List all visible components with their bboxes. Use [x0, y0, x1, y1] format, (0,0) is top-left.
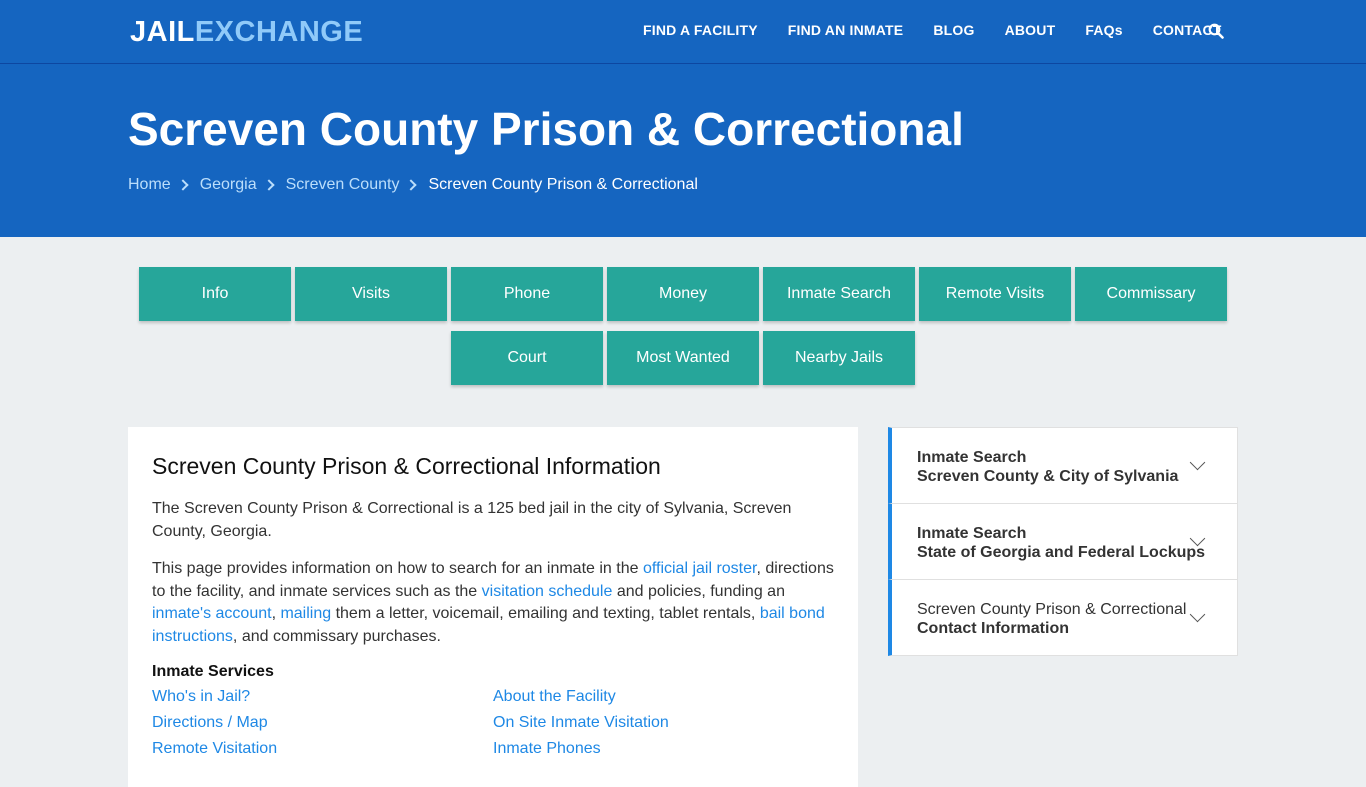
tab-visits[interactable]: Visits: [295, 267, 447, 321]
breadcrumb-state[interactable]: Georgia: [200, 176, 257, 194]
chevron-right-icon: [262, 179, 275, 191]
breadcrumb-county[interactable]: Screven County: [286, 176, 400, 194]
nav-find-inmate[interactable]: FIND AN INMATE: [788, 22, 904, 38]
service-link-inmate-phones[interactable]: Inmate Phones: [493, 739, 834, 758]
main-nav: FIND A FACILITY FIND AN INMATE BLOG ABOU…: [643, 22, 1252, 38]
tab-info[interactable]: Info: [139, 267, 291, 321]
tab-money[interactable]: Money: [607, 267, 759, 321]
visitation-schedule-link[interactable]: visitation schedule: [482, 583, 613, 600]
breadcrumb-home[interactable]: Home: [128, 176, 171, 194]
chevron-right-icon: [177, 179, 189, 191]
service-link-remote-visitation[interactable]: Remote Visitation: [152, 739, 493, 758]
tab-nearby-jails[interactable]: Nearby Jails: [763, 331, 915, 385]
nav-faqs[interactable]: FAQs: [1085, 22, 1122, 38]
services-heading: Inmate Services: [152, 663, 274, 680]
chevron-right-icon: [405, 179, 418, 191]
inmate-account-link[interactable]: inmate's account: [152, 605, 272, 622]
sidebar-accordion: Inmate Search Screven County & City of S…: [888, 427, 1238, 656]
section-heading: Screven County Prison & Correctional Inf…: [152, 453, 661, 479]
service-link-about-facility[interactable]: About the Facility: [493, 687, 834, 706]
accordion-item-state-search[interactable]: Inmate Search State of Georgia and Feder…: [888, 503, 1238, 580]
inmate-services: Inmate Services Who's in Jail? About the…: [152, 663, 834, 758]
nav-about[interactable]: ABOUT: [1005, 22, 1056, 38]
hero-banner: Screven County Prison & Correctional Hom…: [0, 64, 1366, 237]
service-link-directions[interactable]: Directions / Map: [152, 713, 493, 732]
search-icon[interactable]: [1208, 23, 1224, 39]
breadcrumb-current: Screven County Prison & Correctional: [428, 176, 698, 193]
tab-court[interactable]: Court: [451, 331, 603, 385]
page-title: Screven County Prison & Correctional: [128, 103, 964, 155]
mailing-link[interactable]: mailing: [280, 605, 331, 622]
tab-remote-visits[interactable]: Remote Visits: [919, 267, 1071, 321]
top-navbar: JAILEXCHANGE FIND A FACILITY FIND AN INM…: [0, 0, 1366, 64]
nav-find-facility[interactable]: FIND A FACILITY: [643, 22, 758, 38]
nav-blog[interactable]: BLOG: [933, 22, 974, 38]
tab-most-wanted[interactable]: Most Wanted: [607, 331, 759, 385]
tab-inmate-search[interactable]: Inmate Search: [763, 267, 915, 321]
services-list: Who's in Jail? About the Facility Direct…: [152, 687, 834, 758]
service-link-onsite-visitation[interactable]: On Site Inmate Visitation: [493, 713, 834, 732]
jail-roster-link[interactable]: official jail roster: [643, 560, 757, 577]
accordion-item-contact-info[interactable]: Screven County Prison & Correctional Con…: [888, 579, 1238, 656]
main-content: Screven County Prison & Correctional Inf…: [128, 427, 858, 787]
accordion-item-county-search[interactable]: Inmate Search Screven County & City of S…: [888, 427, 1238, 504]
breadcrumb: Home Georgia Screven County Screven Coun…: [128, 176, 698, 194]
description-paragraph: This page provides information on how to…: [152, 560, 834, 645]
tab-commissary[interactable]: Commissary: [1075, 267, 1227, 321]
service-link-whos-in-jail[interactable]: Who's in Jail?: [152, 687, 493, 706]
tab-phone[interactable]: Phone: [451, 267, 603, 321]
intro-paragraph: The Screven County Prison & Correctional…: [152, 500, 792, 540]
site-logo[interactable]: JAILEXCHANGE: [130, 16, 363, 49]
